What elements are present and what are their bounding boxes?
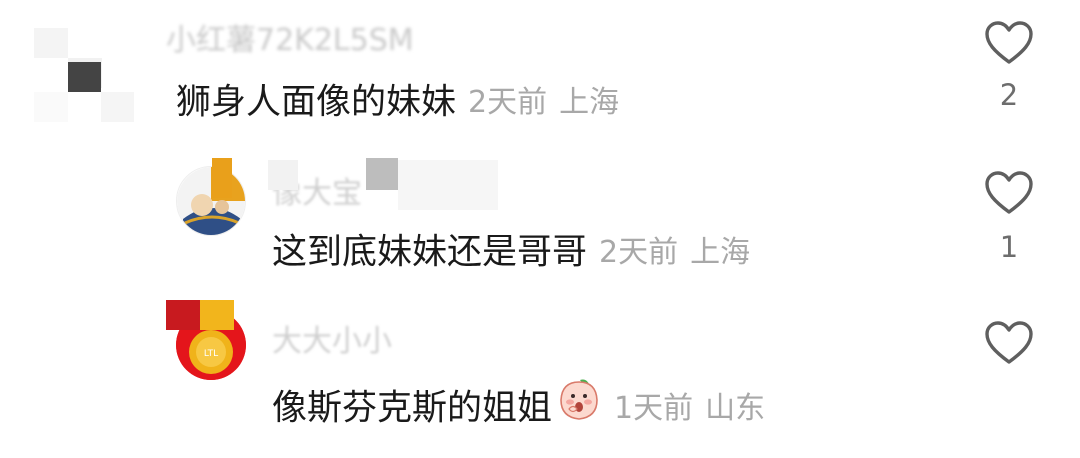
avatar[interactable] [34, 28, 134, 123]
heart-outline-icon[interactable] [984, 20, 1034, 66]
comment-text: 像斯芬克斯的姐姐 [272, 388, 553, 429]
avatar-badge-text: LTL [204, 349, 218, 359]
heart-outline-icon[interactable] [984, 170, 1034, 216]
comment-item: 像大宝 这到底妹妹还是哥哥 2天前 上海 1 [0, 150, 1080, 290]
comment-time: 1天前 [614, 390, 694, 426]
comment-body: 像斯芬克斯的姐姐 1天前 山东 [272, 376, 765, 441]
comment-location: 山东 [705, 390, 766, 426]
mosaic-overlay [200, 300, 234, 330]
comment-item: 小红薯72K2L5SM 狮身人面像的妹妹 2天前 上海 2 [0, 0, 1080, 140]
mosaic-overlay [268, 160, 298, 190]
mosaic-overlay [166, 300, 200, 330]
comment-item: LTL 大大小小 像斯芬克斯的姐姐 1天前 山东 [0, 300, 1080, 458]
mosaic-overlay [212, 158, 232, 198]
comment-location: 上海 [690, 234, 751, 270]
comment-text: 狮身人面像的妹妹 [176, 82, 457, 123]
comment-location: 上海 [559, 84, 620, 120]
like-count: 1 [999, 230, 1019, 264]
like-button[interactable] [984, 320, 1034, 380]
comment-username[interactable]: 小红薯72K2L5SM [166, 20, 506, 62]
comment-body: 狮身人面像的妹妹 2天前 上海 [176, 78, 619, 127]
comment-username[interactable]: 大大小小 [272, 322, 392, 362]
like-count: 2 [999, 78, 1019, 112]
like-button[interactable]: 1 [984, 170, 1034, 270]
comment-time: 2天前 [468, 84, 548, 120]
comment-body: 这到底妹妹还是哥哥 2天前 上海 [272, 228, 750, 277]
comment-text: 这到底妹妹还是哥哥 [272, 232, 588, 273]
comment-time: 2天前 [599, 234, 679, 270]
avatar[interactable] [176, 166, 246, 236]
like-button[interactable]: 2 [984, 20, 1034, 120]
mosaic-overlay [398, 160, 498, 210]
peach-face-emoji-icon [556, 376, 602, 441]
heart-outline-icon[interactable] [984, 320, 1034, 366]
comment-thread: 小红薯72K2L5SM 狮身人面像的妹妹 2天前 上海 2 像大宝 这到底妹妹还… [0, 0, 1080, 458]
mosaic-overlay [366, 158, 398, 190]
